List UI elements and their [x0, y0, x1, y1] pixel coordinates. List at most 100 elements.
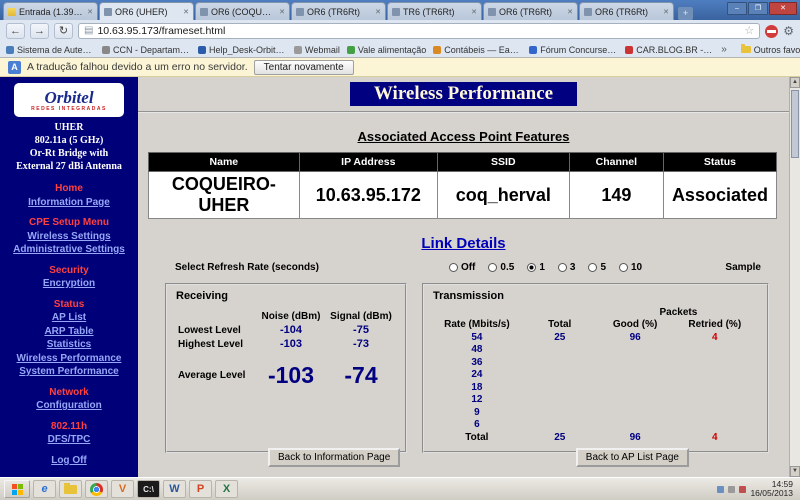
close-button[interactable]: ✕ — [769, 2, 797, 15]
tray-network-icon[interactable] — [717, 485, 725, 493]
sidebar-item-administrative-settings[interactable]: Administrative Settings — [0, 243, 138, 257]
radio-option-5[interactable]: 5 — [588, 262, 606, 273]
back-icon[interactable]: ← — [6, 23, 25, 39]
taskbar-word-button[interactable]: W — [163, 480, 186, 498]
taskbar-chrome-button[interactable] — [85, 480, 108, 498]
sidebar-item-log-off[interactable]: Log Off — [0, 454, 138, 468]
table-header-row: Name IP Address SSID Channel Status — [148, 152, 778, 172]
sidebar-item-ap-list[interactable]: AP List — [0, 311, 138, 325]
ap-name-value: COQUEIRO-UHER — [148, 171, 300, 219]
sidebar-item-wireless-settings[interactable]: Wireless Settings — [0, 230, 138, 244]
start-button[interactable] — [4, 480, 30, 498]
bookmark-item[interactable]: Vale alimentação — [346, 45, 426, 55]
tx-row: 54 25 96 4 — [471, 331, 718, 343]
tx-total-row: Total 25 96 4 — [465, 431, 718, 443]
bookmark-item[interactable]: Fórum Concurseiros! ... — [529, 45, 618, 55]
tab-tr6-tr6rt[interactable]: TR6 (TR6Rt) ✕ — [387, 2, 482, 20]
tab-close-icon[interactable]: ✕ — [375, 8, 381, 16]
radio-option-05[interactable]: 0.5 — [488, 262, 514, 273]
blocked-content-icon[interactable] — [765, 24, 779, 38]
tab-close-icon[interactable]: ✕ — [279, 8, 285, 16]
taskbar-excel-button[interactable]: X — [215, 480, 238, 498]
vertical-scrollbar[interactable]: ▲ ▼ — [789, 77, 800, 477]
bookmark-item[interactable]: CCN - Departamento d... — [102, 45, 191, 55]
minimize-button[interactable]: – — [727, 2, 747, 15]
scroll-down-icon[interactable]: ▼ — [790, 466, 800, 477]
radio-button[interactable] — [619, 263, 628, 272]
radio-button[interactable] — [557, 263, 567, 272]
tab-or6-coqueiro[interactable]: OR6 (COQUEIRO-UH... ✕ — [195, 2, 290, 20]
tx-row: 12 — [471, 394, 483, 406]
sidebar-item-wireless-performance[interactable]: Wireless Performance — [0, 352, 138, 366]
taskbar-explorer-button[interactable] — [59, 480, 82, 498]
radio-option-3[interactable]: 3 — [557, 262, 575, 273]
tab-or6-tr6rt-3[interactable]: OR6 (TR6Rt) ✕ — [579, 2, 674, 20]
tab-label: OR6 (UHER) — [115, 6, 168, 17]
bookmark-item[interactable]: Webmail — [294, 45, 340, 55]
sidebar-item-configuration[interactable]: Configuration — [0, 399, 138, 413]
tab-or6-uher-active[interactable]: OR6 (UHER) ✕ — [99, 2, 194, 20]
maximize-button[interactable]: ❐ — [748, 2, 768, 15]
tab-label: TR6 (TR6Rt) — [403, 6, 455, 17]
mail-favicon-icon — [8, 7, 16, 16]
back-to-information-page-button[interactable]: Back to Information Page — [268, 448, 401, 467]
tab-close-icon[interactable]: ✕ — [663, 8, 669, 16]
reload-icon[interactable]: ↻ — [54, 23, 73, 39]
noise-header: Noise (dBm) — [261, 311, 321, 322]
taskbar-console-button[interactable]: C:\ — [137, 480, 160, 498]
bookmark-item[interactable]: Help_Desk-Orbitel :: Ti... — [198, 45, 287, 55]
favicon-icon — [433, 45, 442, 54]
sidebar-item-arp-table[interactable]: ARP Table — [0, 325, 138, 339]
tx-row: 36 — [471, 356, 483, 368]
url-text[interactable]: 10.63.95.173/frameset.html — [97, 25, 740, 37]
sidebar-item-statistics[interactable]: Statistics — [0, 338, 138, 352]
orbitel-logo: Orbitel REDES INTEGRADAS — [14, 83, 124, 117]
tab-close-icon[interactable]: ✕ — [87, 8, 93, 16]
tab-label: OR6 (TR6Rt) — [499, 6, 553, 17]
taskbar-ie-button[interactable]: e — [33, 480, 56, 498]
tray-volume-icon[interactable] — [728, 485, 736, 493]
tab-close-icon[interactable]: ✕ — [183, 8, 189, 16]
favicon-icon — [198, 45, 206, 54]
radio-option-1[interactable]: 1 — [527, 262, 545, 273]
taskbar-clock[interactable]: 14:59 16/05/2013 — [750, 479, 793, 499]
radio-option-off[interactable]: Off — [448, 262, 475, 273]
signal-header: Signal (dBm) — [330, 311, 392, 322]
tx-row: 24 — [471, 369, 483, 381]
tab-close-icon[interactable]: ✕ — [471, 8, 477, 16]
radio-button-selected[interactable] — [527, 263, 537, 272]
other-bookmarks-button[interactable]: Outros favoritos — [740, 44, 800, 55]
bookmarks-overflow-icon[interactable]: » — [721, 44, 727, 55]
bookmarks-bar: Sistema de Autentica... CCN - Departamen… — [0, 42, 800, 58]
tab-label: Entrada (1.393) - con... — [19, 6, 84, 17]
radio-button[interactable] — [488, 263, 498, 272]
bookmark-item[interactable]: Contábeis — EaD-UFSC — [433, 45, 522, 55]
tab-entrada[interactable]: Entrada (1.393) - con... ✕ — [3, 2, 98, 20]
retry-translate-button[interactable]: Tentar novamente — [253, 59, 354, 75]
back-to-ap-list-page-button[interactable]: Back to AP List Page — [575, 448, 689, 467]
bookmark-star-icon[interactable]: ☆ — [744, 25, 754, 37]
ap-features-heading: Associated Access Point Features — [357, 129, 570, 144]
tab-or6-tr6rt-1[interactable]: OR6 (TR6Rt) ✕ — [291, 2, 386, 20]
radio-button[interactable] — [588, 263, 598, 272]
tab-close-icon[interactable]: ✕ — [567, 8, 573, 16]
sidebar-item-information-page[interactable]: Information Page — [0, 196, 138, 210]
taskbar-powerpoint-button[interactable]: P — [189, 480, 212, 498]
scroll-up-icon[interactable]: ▲ — [790, 77, 800, 88]
taskbar-vlc-button[interactable]: V — [111, 480, 134, 498]
address-bar[interactable]: ▤ 10.63.95.173/frameset.html ☆ — [78, 23, 761, 39]
tray-alert-icon[interactable] — [739, 485, 747, 493]
bookmark-item[interactable]: CAR.BLOG.BR - Carros — [625, 45, 714, 55]
menu-wrench-icon[interactable]: ⚙ — [783, 25, 794, 37]
tab-or6-tr6rt-2[interactable]: OR6 (TR6Rt) ✕ — [483, 2, 578, 20]
sidebar-item-system-performance[interactable]: System Performance — [0, 365, 138, 379]
forward-icon[interactable]: → — [30, 23, 49, 39]
sidebar-item-encryption[interactable]: Encryption — [0, 277, 138, 291]
radio-button[interactable] — [448, 263, 458, 272]
new-tab-button[interactable]: + — [678, 7, 693, 20]
bookmark-item[interactable]: Sistema de Autentica... — [6, 45, 95, 55]
scrollbar-thumb[interactable] — [791, 90, 799, 158]
radio-option-10[interactable]: 10 — [619, 262, 642, 273]
console-icon: C:\ — [143, 484, 154, 494]
sidebar-item-dfs-tpc[interactable]: DFS/TPC — [0, 433, 138, 447]
